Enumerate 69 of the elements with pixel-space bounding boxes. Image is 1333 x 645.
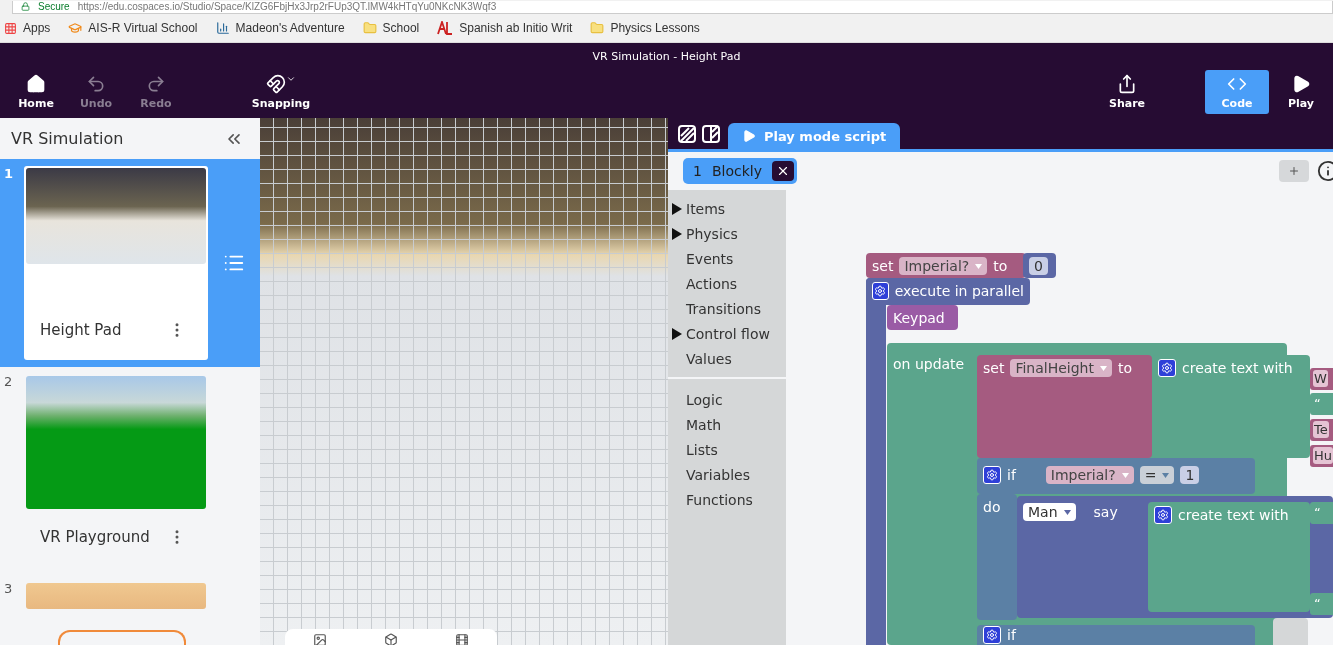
toolbar-button[interactable]: Home xyxy=(6,69,66,114)
toolbar-button[interactable]: Snapping xyxy=(226,69,336,114)
scene-item[interactable]: 3 xyxy=(0,574,260,619)
number-value[interactable]: 0 xyxy=(1029,257,1048,275)
block-keyword: if xyxy=(1007,626,1016,644)
category-item[interactable]: Transitions xyxy=(668,296,786,321)
bookmark-link[interactable]: School xyxy=(362,21,420,35)
scene-item[interactable]: 2 VR Playground xyxy=(0,367,260,575)
number-value[interactable]: 1 xyxy=(1180,466,1200,484)
scene-number: 2 xyxy=(3,374,14,392)
variable-dropdown[interactable]: Imperial? xyxy=(899,257,988,275)
category-item[interactable]: Actions xyxy=(668,271,786,296)
scene-name: VR Playground xyxy=(40,528,150,547)
category-item[interactable]: Variables xyxy=(668,462,786,487)
category-item[interactable]: Values xyxy=(668,346,786,371)
say-block[interactable]: Man say create text with “ “ xyxy=(1017,496,1333,618)
category-item[interactable]: Items xyxy=(668,196,786,221)
script-number: 1 xyxy=(693,163,702,179)
set-block[interactable]: set Imperial? to xyxy=(866,253,1026,278)
block-label: on update xyxy=(893,355,965,373)
scene-name: Height Pad xyxy=(40,321,122,340)
bookmark-link[interactable]: Spanish ab Initio Writ xyxy=(437,21,573,35)
scene-item[interactable]: 1 Height Pad xyxy=(0,159,260,368)
category-item[interactable]: Lists xyxy=(668,437,786,462)
block-keyword: to xyxy=(993,257,1008,275)
project-title: VR Simulation xyxy=(11,129,124,148)
text-input-block[interactable]: W xyxy=(1310,368,1333,390)
set-block[interactable]: set FinalHeight to xyxy=(977,355,1152,458)
block-keyword: to xyxy=(1117,359,1132,377)
if-block[interactable]: if Imperial? = 1 xyxy=(977,458,1255,494)
block-keyword: if xyxy=(1007,466,1016,484)
window-title: VR Simulation - Height Pad xyxy=(591,49,742,65)
text-input-block[interactable]: Hu xyxy=(1310,445,1333,467)
block-label: execute in parallel xyxy=(894,282,1024,300)
script-name: Blockly xyxy=(711,163,762,179)
script-chip[interactable]: 1 Blockly xyxy=(683,158,797,184)
operator-dropdown[interactable]: = xyxy=(1139,466,1175,484)
category-item[interactable]: Logic xyxy=(668,387,786,412)
variable-dropdown[interactable]: Imperial? xyxy=(1045,466,1134,484)
category-item[interactable]: Physics xyxy=(668,221,786,246)
scene-number: 1 xyxy=(3,166,15,184)
block-keyword: set xyxy=(983,359,1005,377)
execute-block[interactable]: execute in parallel xyxy=(866,278,1030,305)
block-label: Keypad xyxy=(893,309,945,327)
keypad-block[interactable]: Keypad xyxy=(887,305,958,330)
category-item[interactable]: Math xyxy=(668,412,786,437)
block-keyword: do xyxy=(983,498,1001,516)
toolbar-button[interactable]: Share xyxy=(1095,69,1159,114)
scene-number: 3 xyxy=(3,581,14,599)
number-block[interactable]: 0 xyxy=(1023,253,1056,278)
url-text: https://edu.cospaces.io/Studio/Space/KlZG6FbjHx3Jrp2rFUp3QT.lMW4kHTqYu0NKcNK3Wqf3 xyxy=(77,1,497,12)
category-item[interactable]: Events xyxy=(668,246,786,271)
bookmark-link[interactable]: Madeon's Adventure xyxy=(215,21,345,35)
block-keyword: say xyxy=(1093,503,1118,521)
if-block[interactable]: if xyxy=(977,625,1255,645)
variable-dropdown[interactable]: FinalHeight xyxy=(1010,359,1112,377)
bookmark-link[interactable]: Physics Lessons xyxy=(590,21,700,35)
category-item[interactable]: Functions xyxy=(668,487,786,512)
bookmark-link[interactable]: AIS-R Virtual School xyxy=(68,21,198,35)
category-item[interactable]: Control flow xyxy=(668,321,786,346)
address-bar[interactable]: Secure https://edu.cospaces.io/Studio/Space/KlZG6FbjHx3Jrp2rFUp3QT.lMW4kHTqYu0NKcNK3Wqf3 xyxy=(12,0,1333,14)
toolbar-button[interactable]: Play xyxy=(1269,69,1333,114)
block-label: create text with xyxy=(1178,506,1289,524)
object-dropdown[interactable]: Man xyxy=(1023,503,1076,521)
block-keyword: set xyxy=(872,257,894,275)
block-label: create text with xyxy=(1182,359,1293,377)
bookmark-link[interactable]: Apps xyxy=(4,21,51,35)
text-input-block[interactable]: Te xyxy=(1310,419,1333,441)
secure-label: Secure xyxy=(38,1,70,12)
